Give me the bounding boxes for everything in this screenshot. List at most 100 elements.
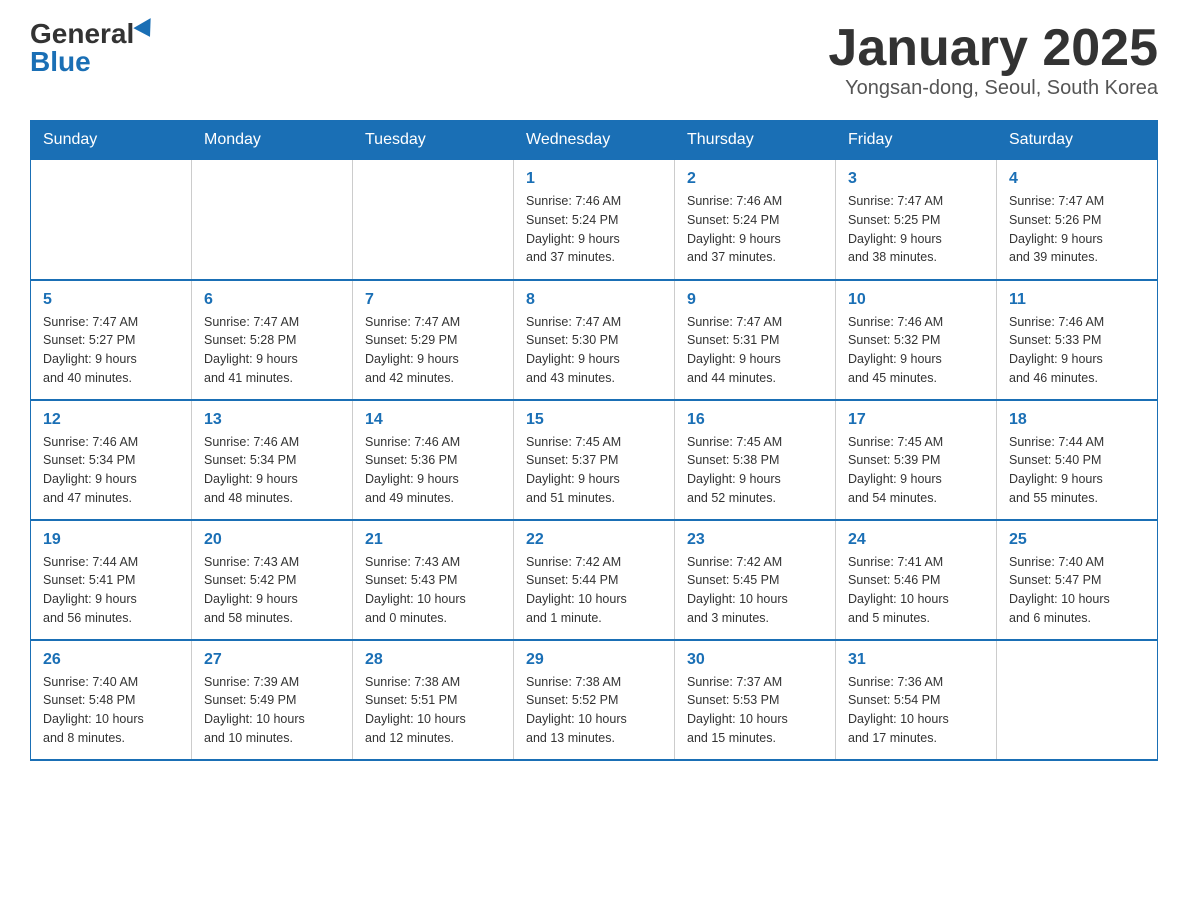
calendar-cell: 25 Sunrise: 7:40 AM Sunset: 5:47 PM Dayli…	[997, 520, 1158, 640]
day-info: Sunrise: 7:47 AM Sunset: 5:29 PM Dayligh…	[365, 313, 501, 388]
calendar-cell: 13Sunrise: 7:46 AM Sunset: 5:34 PM Dayli…	[192, 400, 353, 520]
calendar-cell: 29 Sunrise: 7:38 AM Sunset: 5:52 PM Dayli…	[514, 640, 675, 760]
day-info: Sunrise: 7:42 AM Sunset: 5:45 PM Dayligh…	[687, 553, 823, 628]
day-number: 4	[1009, 170, 1145, 188]
logo-general-text: General	[30, 20, 134, 48]
month-title: January 2025	[828, 20, 1158, 77]
day-number: 14	[365, 411, 501, 429]
day-number: 5	[43, 291, 179, 309]
calendar-cell: 8 Sunrise: 7:47 AM Sunset: 5:30 PM Daylig…	[514, 280, 675, 400]
calendar-week-row: 12 Sunrise: 7:46 AM Sunset: 5:34 PM Dayli…	[31, 400, 1158, 520]
day-number: 2	[687, 170, 823, 188]
calendar-cell: 19 Sunrise: 7:44 AM Sunset: 5:41 PM Dayli…	[31, 520, 192, 640]
day-info: Sunrise: 7:46 AM Sunset: 5:33 PM Dayligh…	[1009, 313, 1145, 388]
day-number: 25	[1009, 531, 1145, 549]
day-number: 11	[1009, 291, 1145, 309]
day-number: 8	[526, 291, 662, 309]
day-info: Sunrise: 7:38 AM Sunset: 5:52 PM Dayligh…	[526, 673, 662, 748]
day-info: Sunrise: 7:47 AM Sunset: 5:30 PM Dayligh…	[526, 313, 662, 388]
day-info: Sunrise: 7:40 AM Sunset: 5:47 PM Dayligh…	[1009, 553, 1145, 628]
day-number: 27	[204, 651, 340, 669]
calendar-cell: 11 Sunrise: 7:46 AM Sunset: 5:33 PM Dayli…	[997, 280, 1158, 400]
calendar-cell: 16Sunrise: 7:45 AM Sunset: 5:38 PM Dayli…	[675, 400, 836, 520]
weekday-header-monday: Monday	[192, 121, 353, 160]
day-number: 26	[43, 651, 179, 669]
calendar-cell: 21 Sunrise: 7:43 AM Sunset: 5:43 PM Dayli…	[353, 520, 514, 640]
weekday-header-friday: Friday	[836, 121, 997, 160]
calendar-cell: 17Sunrise: 7:45 AM Sunset: 5:39 PM Dayli…	[836, 400, 997, 520]
day-number: 13	[204, 411, 340, 429]
day-info: Sunrise: 7:43 AM Sunset: 5:42 PM Dayligh…	[204, 553, 340, 628]
calendar-cell: 7 Sunrise: 7:47 AM Sunset: 5:29 PM Daylig…	[353, 280, 514, 400]
calendar-week-row: 19 Sunrise: 7:44 AM Sunset: 5:41 PM Dayli…	[31, 520, 1158, 640]
calendar-cell	[31, 160, 192, 280]
day-number: 19	[43, 531, 179, 549]
day-info: Sunrise: 7:47 AM Sunset: 5:26 PM Dayligh…	[1009, 192, 1145, 267]
calendar-cell: 20 Sunrise: 7:43 AM Sunset: 5:42 PM Dayli…	[192, 520, 353, 640]
day-number: 20	[204, 531, 340, 549]
calendar-cell: 27Sunrise: 7:39 AM Sunset: 5:49 PM Dayli…	[192, 640, 353, 760]
calendar-cell: 12 Sunrise: 7:46 AM Sunset: 5:34 PM Dayli…	[31, 400, 192, 520]
weekday-header-row: SundayMondayTuesdayWednesdayThursdayFrid…	[31, 121, 1158, 160]
day-info: Sunrise: 7:43 AM Sunset: 5:43 PM Dayligh…	[365, 553, 501, 628]
day-number: 23	[687, 531, 823, 549]
day-info: Sunrise: 7:37 AM Sunset: 5:53 PM Dayligh…	[687, 673, 823, 748]
day-info: Sunrise: 7:42 AM Sunset: 5:44 PM Dayligh…	[526, 553, 662, 628]
day-number: 12	[43, 411, 179, 429]
calendar-cell: 30 Sunrise: 7:37 AM Sunset: 5:53 PM Dayli…	[675, 640, 836, 760]
day-number: 7	[365, 291, 501, 309]
calendar-week-row: 5Sunrise: 7:47 AM Sunset: 5:27 PM Daylig…	[31, 280, 1158, 400]
calendar-cell: 3 Sunrise: 7:47 AM Sunset: 5:25 PM Daylig…	[836, 160, 997, 280]
day-info: Sunrise: 7:47 AM Sunset: 5:25 PM Dayligh…	[848, 192, 984, 267]
page-header: General Blue January 2025 Yongsan-dong, …	[30, 20, 1158, 100]
day-info: Sunrise: 7:47 AM Sunset: 5:28 PM Dayligh…	[204, 313, 340, 388]
logo-blue-text: Blue	[30, 48, 91, 76]
location: Yongsan-dong, Seoul, South Korea	[828, 77, 1158, 100]
calendar-cell: 14 Sunrise: 7:46 AM Sunset: 5:36 PM Dayli…	[353, 400, 514, 520]
day-number: 28	[365, 651, 501, 669]
weekday-header-tuesday: Tuesday	[353, 121, 514, 160]
day-info: Sunrise: 7:44 AM Sunset: 5:41 PM Dayligh…	[43, 553, 179, 628]
weekday-header-sunday: Sunday	[31, 121, 192, 160]
calendar-cell: 6 Sunrise: 7:47 AM Sunset: 5:28 PM Daylig…	[192, 280, 353, 400]
day-info: Sunrise: 7:46 AM Sunset: 5:24 PM Dayligh…	[687, 192, 823, 267]
calendar-week-row: 26 Sunrise: 7:40 AM Sunset: 5:48 PM Dayli…	[31, 640, 1158, 760]
logo: General Blue	[30, 20, 156, 76]
day-info: Sunrise: 7:40 AM Sunset: 5:48 PM Dayligh…	[43, 673, 179, 748]
day-number: 9	[687, 291, 823, 309]
day-info: Sunrise: 7:44 AM Sunset: 5:40 PM Dayligh…	[1009, 433, 1145, 508]
day-number: 24	[848, 531, 984, 549]
calendar-cell: 24Sunrise: 7:41 AM Sunset: 5:46 PM Dayli…	[836, 520, 997, 640]
calendar-cell	[997, 640, 1158, 760]
day-number: 18	[1009, 411, 1145, 429]
calendar-header: SundayMondayTuesdayWednesdayThursdayFrid…	[31, 121, 1158, 160]
calendar-cell	[192, 160, 353, 280]
calendar-cell: 26 Sunrise: 7:40 AM Sunset: 5:48 PM Dayli…	[31, 640, 192, 760]
calendar-cell: 15Sunrise: 7:45 AM Sunset: 5:37 PM Dayli…	[514, 400, 675, 520]
calendar-week-row: 1 Sunrise: 7:46 AM Sunset: 5:24 PM Daylig…	[31, 160, 1158, 280]
calendar-body: 1 Sunrise: 7:46 AM Sunset: 5:24 PM Daylig…	[31, 160, 1158, 760]
day-number: 30	[687, 651, 823, 669]
day-number: 6	[204, 291, 340, 309]
calendar-cell: 9 Sunrise: 7:47 AM Sunset: 5:31 PM Daylig…	[675, 280, 836, 400]
day-info: Sunrise: 7:46 AM Sunset: 5:34 PM Dayligh…	[43, 433, 179, 508]
day-number: 3	[848, 170, 984, 188]
calendar-cell: 1Sunrise: 7:46 AM Sunset: 5:24 PM Daylig…	[514, 160, 675, 280]
day-info: Sunrise: 7:45 AM Sunset: 5:39 PM Dayligh…	[848, 433, 984, 508]
weekday-header-wednesday: Wednesday	[514, 121, 675, 160]
day-info: Sunrise: 7:46 AM Sunset: 5:36 PM Dayligh…	[365, 433, 501, 508]
day-number: 22	[526, 531, 662, 549]
day-number: 21	[365, 531, 501, 549]
day-number: 29	[526, 651, 662, 669]
day-number: 15	[526, 411, 662, 429]
day-info: Sunrise: 7:38 AM Sunset: 5:51 PM Dayligh…	[365, 673, 501, 748]
calendar-cell: 31Sunrise: 7:36 AM Sunset: 5:54 PM Dayli…	[836, 640, 997, 760]
calendar-cell: 22 Sunrise: 7:42 AM Sunset: 5:44 PM Dayli…	[514, 520, 675, 640]
day-number: 10	[848, 291, 984, 309]
weekday-header-saturday: Saturday	[997, 121, 1158, 160]
day-number: 1	[526, 170, 662, 188]
calendar-cell: 4 Sunrise: 7:47 AM Sunset: 5:26 PM Daylig…	[997, 160, 1158, 280]
calendar-cell	[353, 160, 514, 280]
day-info: Sunrise: 7:47 AM Sunset: 5:31 PM Dayligh…	[687, 313, 823, 388]
weekday-header-thursday: Thursday	[675, 121, 836, 160]
